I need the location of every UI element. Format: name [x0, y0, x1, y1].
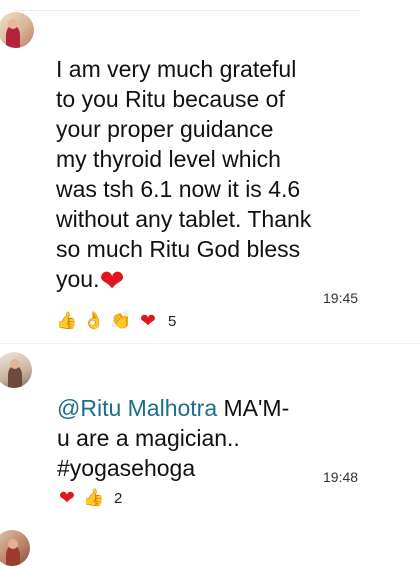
thumbs-up-icon: 👍: [56, 311, 78, 331]
heart-icon: ❤: [59, 487, 75, 509]
comment-line: to you Ritu because of: [56, 86, 285, 112]
avatar-figure: [6, 546, 20, 566]
avatar-face: [8, 19, 18, 29]
comment-line: my thyroid level which: [56, 146, 281, 172]
clapping-hands-icon: 👏: [110, 311, 132, 331]
comment-1-reactions[interactable]: 👍 👌 👏 ❤ 5: [56, 310, 176, 332]
comment-2-reactions[interactable]: ❤ 👍 2: [56, 487, 122, 509]
comment-line: MA'M-: [217, 395, 290, 421]
comment-line: so much Ritu God bless: [56, 236, 301, 262]
comment-1-timestamp: 19:45: [323, 290, 359, 306]
avatar-face: [10, 359, 20, 369]
avatar-figure: [8, 366, 22, 388]
avatar-face: [8, 539, 18, 549]
reaction-count: 5: [168, 312, 177, 330]
comment-line: was tsh 6.1 now it is 4.6: [56, 176, 301, 202]
comment-line: you.: [56, 266, 100, 292]
comment-line: your proper guidance: [56, 116, 274, 142]
commenter-avatar[interactable]: [0, 352, 32, 388]
heart-emoji-icon: ❤: [99, 264, 125, 299]
heart-icon: ❤: [140, 310, 156, 332]
comment-1-text: I am very much grateful to you Ritu becau…: [56, 54, 356, 299]
comment-line: I am very much grateful: [56, 56, 297, 82]
avatar-figure: [6, 26, 20, 48]
comment-divider: [0, 343, 420, 344]
thumbs-up-icon: 👍: [83, 488, 105, 508]
comment-2-timestamp: 19:48: [323, 469, 359, 485]
hashtag-link[interactable]: #yogasehoga: [57, 453, 357, 483]
comment-line: u are a magician..: [57, 425, 240, 451]
commenter-avatar[interactable]: [0, 12, 34, 48]
user-mention-link[interactable]: @Ritu Malhotra: [57, 395, 217, 421]
reaction-count: 2: [114, 489, 123, 507]
commenter-avatar[interactable]: [0, 530, 30, 566]
ok-hand-icon: 👌: [83, 311, 105, 331]
comment-2-text: @Ritu Malhotra MA'M- u are a magician.. …: [57, 393, 357, 483]
comment-line: without any tablet. Thank: [56, 206, 312, 232]
top-divider: [14, 10, 359, 11]
